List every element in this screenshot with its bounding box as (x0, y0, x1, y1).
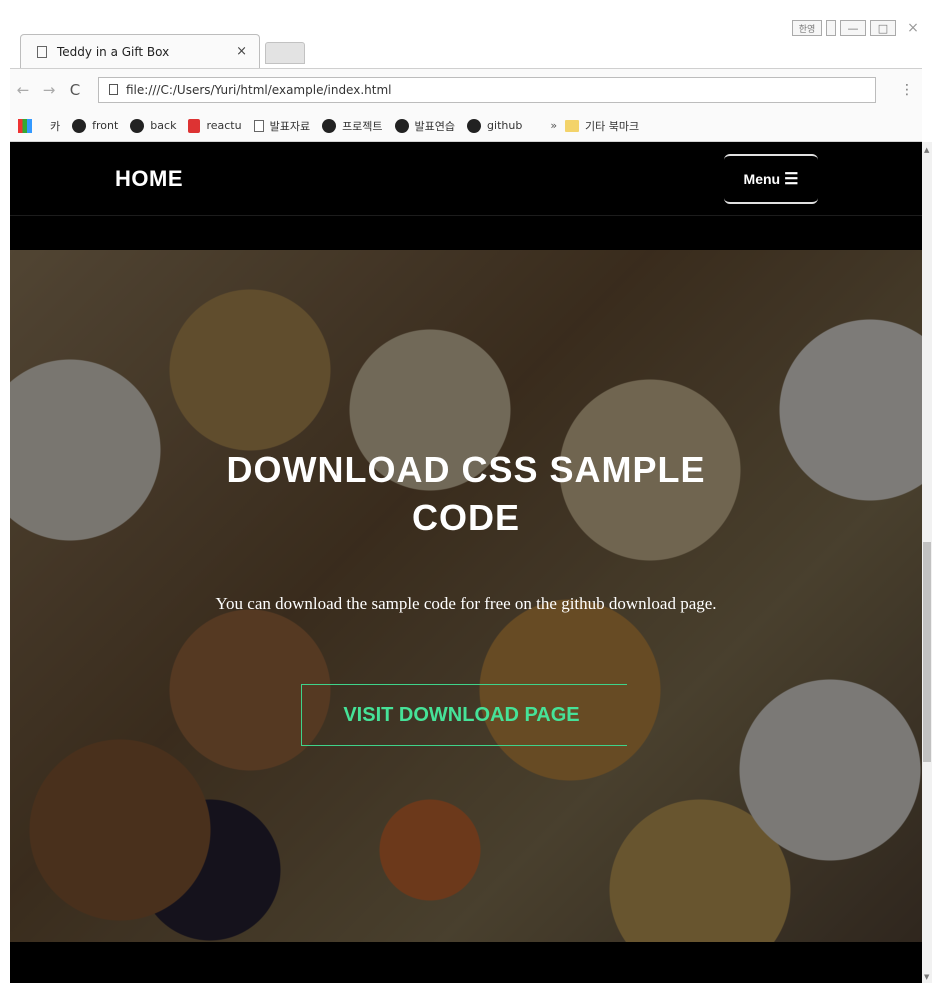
bookmark-item[interactable]: github (467, 118, 523, 133)
site-navbar: HOME Menu ☰ (10, 142, 922, 216)
page-icon (37, 45, 47, 58)
hamburger-icon: ☰ (784, 171, 799, 188)
github-icon (72, 118, 87, 133)
bookmark-item[interactable]: 프로젝트 (322, 118, 383, 134)
tab-strip: Teddy in a Gift Box × (10, 28, 922, 68)
file-icon (109, 84, 118, 95)
browser-window: 한영 — □ × Teddy in a Gift Box × ← → C fil… (0, 0, 932, 983)
doc-icon (253, 119, 264, 132)
bookmark-item[interactable]: front (72, 118, 119, 133)
bookmark-apps[interactable] (18, 118, 38, 133)
bookmark-item[interactable]: reactu (188, 118, 242, 133)
bookmark-item[interactable]: 발표자료 (253, 118, 311, 134)
page-scrollbar[interactable]: ▲ ▼ (922, 142, 932, 983)
new-tab-button[interactable] (265, 42, 305, 64)
back-button[interactable]: ← (10, 81, 36, 99)
brand-home-link[interactable]: HOME (115, 166, 183, 192)
address-bar[interactable]: file:///C:/Users/Yuri/html/example/index… (98, 76, 876, 103)
apps-icon (18, 118, 32, 133)
page-viewport: HOME Menu ☰ DOWNLOAD CSS SAMPLE CODE You… (10, 142, 922, 983)
github-icon (394, 118, 409, 133)
bookmark-item[interactable]: 카 (50, 118, 60, 134)
address-toolbar: ← → C file:///C:/Users/Yuri/html/example… (10, 68, 922, 110)
github-icon (467, 118, 482, 133)
hero-title: DOWNLOAD CSS SAMPLE CODE (10, 446, 922, 542)
browser-menu-icon[interactable]: ⋮ (900, 82, 914, 98)
react-icon (188, 118, 201, 133)
bookmark-label: 발표연습 (414, 119, 456, 133)
menu-button[interactable]: Menu ☰ (724, 154, 818, 204)
bookmarks-overflow-button[interactable]: » (550, 119, 557, 132)
bookmark-item[interactable]: 발표연습 (394, 118, 456, 134)
bookmarks-bar: 카 front back reactu 발표자료 프로젝트 발표연습 githu… (10, 110, 922, 142)
bookmark-label: 발표자료 (269, 119, 311, 133)
hero-section: DOWNLOAD CSS SAMPLE CODE You can downloa… (10, 250, 922, 942)
url-text[interactable]: file:///C:/Users/Yuri/html/example/index… (126, 83, 391, 97)
bookmark-label: 카 (50, 119, 61, 133)
tab-close-icon[interactable]: × (236, 44, 247, 59)
bookmark-label: front (92, 119, 119, 132)
other-bookmarks-label: 기타 북마크 (585, 119, 640, 133)
other-bookmarks[interactable]: 기타 북마크 (565, 118, 639, 134)
github-icon (322, 118, 337, 133)
scroll-down-arrow-icon[interactable]: ▼ (924, 973, 929, 981)
bookmark-label: back (150, 119, 177, 132)
scroll-up-arrow-icon[interactable]: ▲ (924, 146, 929, 154)
tab-title: Teddy in a Gift Box (57, 44, 170, 59)
reload-button[interactable]: C (62, 81, 88, 99)
bookmark-label: github (487, 119, 523, 132)
bookmark-label: reactu (206, 119, 242, 132)
hero-title-line: DOWNLOAD CSS SAMPLE (226, 449, 706, 490)
hero-title-line: CODE (411, 497, 520, 538)
visit-download-button[interactable]: VISIT DOWNLOAD PAGE (301, 684, 627, 746)
menu-label: Menu (743, 171, 781, 187)
forward-button[interactable]: → (36, 81, 62, 99)
scroll-thumb[interactable] (923, 542, 931, 762)
bookmark-label: 프로젝트 (342, 119, 383, 133)
browser-tab[interactable]: Teddy in a Gift Box × (20, 34, 260, 68)
folder-icon (565, 119, 580, 132)
github-icon (130, 118, 145, 133)
hero-content: DOWNLOAD CSS SAMPLE CODE You can downloa… (10, 250, 922, 942)
hero-description: You can download the sample code for fre… (215, 594, 717, 613)
bookmark-item[interactable]: back (130, 118, 177, 133)
